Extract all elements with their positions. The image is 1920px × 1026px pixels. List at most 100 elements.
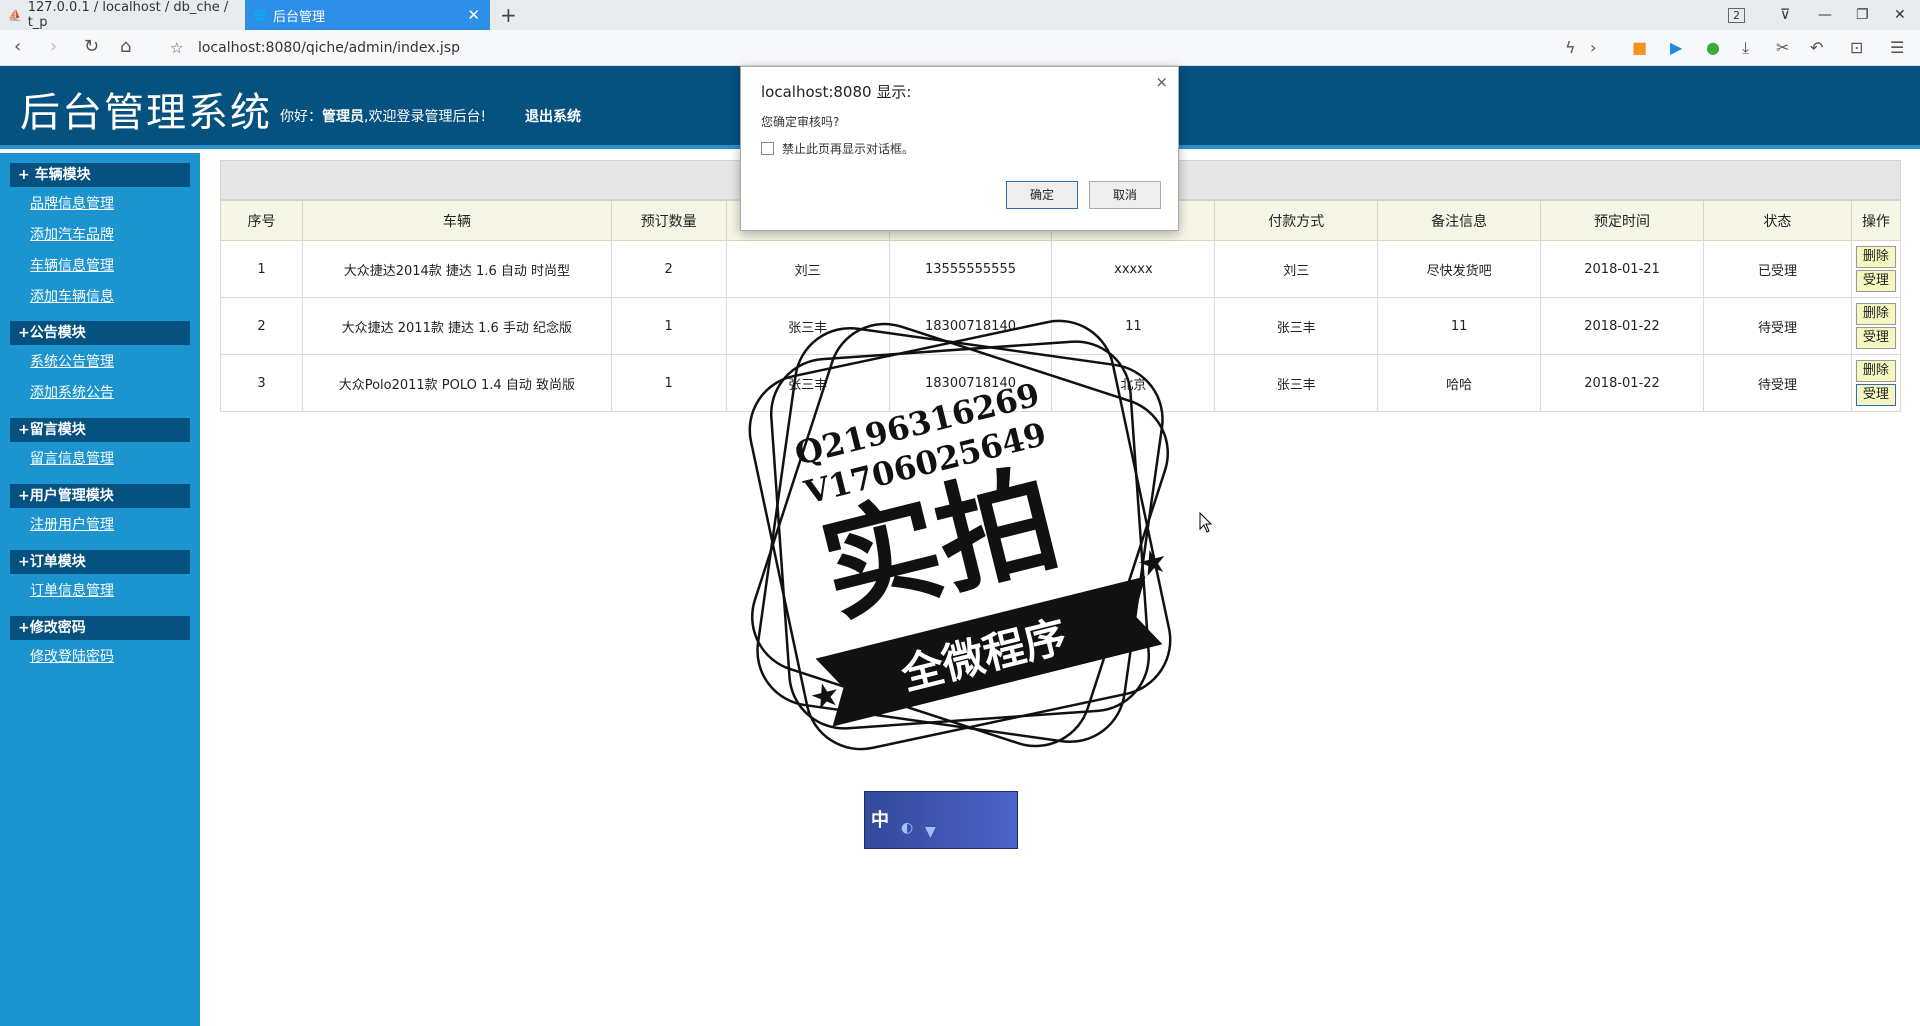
- col-header: 付款方式: [1214, 200, 1379, 241]
- browser-tab-phpmyadmin[interactable]: ⛵ 127.0.0.1 / localhost / db_che / t_p: [0, 0, 245, 30]
- cell: 1: [610, 354, 727, 412]
- cell: 待受理: [1703, 354, 1852, 412]
- sidebar-link-user-manage[interactable]: 注册用户管理: [30, 514, 114, 534]
- col-header: 状态: [1703, 200, 1852, 241]
- download-icon[interactable]: ⤓: [1742, 38, 1749, 58]
- mouse-cursor-icon: [1199, 512, 1213, 533]
- sidebar-link-add-notice[interactable]: 添加系统公告: [30, 382, 114, 402]
- module-title-notice[interactable]: +公告模块: [10, 321, 190, 345]
- module-title-users[interactable]: +用户管理模块: [10, 484, 190, 508]
- globe-icon: 🌐: [253, 8, 267, 22]
- cell: 3: [220, 354, 303, 412]
- actions-cell: 删除 受理: [1850, 240, 1902, 298]
- module-title-vehicle[interactable]: + 车辆模块: [10, 163, 190, 187]
- browser-tab-bar: ⛵ 127.0.0.1 / localhost / db_che / t_p 🌐…: [0, 0, 1920, 30]
- col-header: 预定时间: [1540, 200, 1704, 241]
- dialog-message: 您确定审核吗?: [761, 115, 840, 129]
- confirm-dialog: localhost:8080 显示: × 您确定审核吗? 禁止此页再显示对话框。…: [740, 66, 1179, 231]
- watermark-stamp: Q2196316269 V1706025649 实拍 全微程序 ★ ★: [748, 319, 1172, 751]
- sidebar-link-vehicle-manage[interactable]: 车辆信息管理: [30, 255, 114, 275]
- cell: 13555555555: [888, 240, 1053, 298]
- browser-tab-admin[interactable]: 🌐 后台管理 ✕: [245, 0, 490, 30]
- cell: 2018-01-21: [1540, 240, 1704, 298]
- maximize-icon[interactable]: ❐: [1856, 0, 1869, 30]
- close-tab-icon[interactable]: ✕: [467, 6, 480, 24]
- sidebar-link-brand-manage[interactable]: 品牌信息管理: [30, 193, 114, 213]
- accept-button[interactable]: 受理: [1855, 327, 1896, 349]
- play-icon[interactable]: ▶: [1670, 38, 1682, 57]
- star-icon[interactable]: ☆: [170, 39, 183, 57]
- cell: 11: [1377, 297, 1542, 355]
- col-header: 序号: [220, 200, 303, 241]
- pin-icon[interactable]: ⊽: [1780, 0, 1790, 30]
- undo-icon[interactable]: ↶: [1810, 38, 1823, 57]
- sidebar-link-add-brand[interactable]: 添加汽车品牌: [30, 224, 114, 244]
- delete-button[interactable]: 删除: [1855, 360, 1896, 382]
- phpmyadmin-favicon-icon: ⛵: [8, 8, 22, 22]
- floating-ime-badge[interactable]: 中 ◐ ▼: [864, 791, 1018, 849]
- cell: 尽快发货吧: [1377, 240, 1542, 298]
- wechat-icon[interactable]: ●: [1706, 38, 1720, 57]
- sidebar-link-add-vehicle[interactable]: 添加车辆信息: [30, 286, 114, 306]
- flash-icon[interactable]: ϟ: [1565, 38, 1576, 57]
- system-title: 后台管理系统: [20, 90, 272, 136]
- home-icon[interactable]: ⌂: [120, 36, 131, 57]
- checkbox-label: 禁止此页再显示对话框。: [782, 142, 915, 156]
- col-header: 备注信息: [1377, 200, 1542, 241]
- dialog-title: localhost:8080 显示:: [761, 83, 912, 101]
- cell: 2: [220, 297, 303, 355]
- sidebar-link-order-manage[interactable]: 订单信息管理: [30, 580, 114, 600]
- cell: 张三丰: [1214, 297, 1379, 355]
- chevron-right-icon[interactable]: ›: [1590, 38, 1596, 57]
- cell: 大众Polo2011款 POLO 1.4 自动 致尚版: [301, 354, 612, 412]
- close-window-icon[interactable]: ✕: [1894, 0, 1906, 30]
- badge-text: 中: [871, 810, 889, 831]
- cell: 已受理: [1703, 240, 1852, 298]
- module-title-password[interactable]: +修改密码: [10, 616, 190, 640]
- bag-icon[interactable]: ⊡: [1850, 38, 1863, 57]
- tab-count-badge[interactable]: 2: [1728, 0, 1745, 30]
- cell: 张三丰: [1214, 354, 1379, 412]
- delete-button[interactable]: 删除: [1855, 246, 1896, 268]
- cell: 2: [610, 240, 727, 298]
- tab-title: 127.0.0.1 / localhost / db_che / t_p: [27, 0, 229, 30]
- actions-cell: 删除 受理: [1850, 297, 1902, 355]
- cancel-button[interactable]: 取消: [1089, 181, 1161, 209]
- username: 管理员: [322, 109, 364, 125]
- back-icon[interactable]: ‹: [14, 36, 21, 57]
- minimize-icon[interactable]: —: [1818, 0, 1832, 30]
- accept-button[interactable]: 受理: [1855, 270, 1896, 292]
- moon-icon: ◐: [901, 820, 914, 836]
- col-header: 操作: [1850, 200, 1902, 241]
- menu-icon[interactable]: ☰: [1890, 38, 1904, 57]
- tab-title: 后台管理: [273, 9, 326, 25]
- module-title-orders[interactable]: +订单模块: [10, 550, 190, 574]
- reload-icon[interactable]: ↻: [84, 36, 99, 57]
- url-field[interactable]: localhost:8080/qiche/admin/index.jsp: [198, 30, 460, 66]
- sidebar-link-change-password[interactable]: 修改登陆密码: [30, 646, 114, 666]
- accept-button[interactable]: 受理: [1855, 384, 1896, 406]
- table-row: 1 大众捷达2014款 捷达 1.6 自动 时尚型 2 刘三 135555555…: [220, 240, 1902, 298]
- cell: 大众捷达2014款 捷达 1.6 自动 时尚型: [301, 240, 612, 298]
- suppress-dialogs-checkbox[interactable]: 禁止此页再显示对话框。: [761, 140, 914, 157]
- cell: 刘三: [725, 240, 890, 298]
- video-icon[interactable]: ■: [1632, 38, 1647, 57]
- ok-button[interactable]: 确定: [1006, 181, 1078, 209]
- checkbox[interactable]: [761, 142, 774, 155]
- forward-icon[interactable]: ›: [50, 36, 57, 57]
- new-tab-button[interactable]: +: [500, 3, 517, 27]
- scissors-icon[interactable]: ✂: [1776, 38, 1789, 57]
- sidebar-link-notice-manage[interactable]: 系统公告管理: [30, 351, 114, 371]
- logout-link[interactable]: 退出系统: [525, 106, 581, 126]
- module-title-message[interactable]: +留言模块: [10, 418, 190, 442]
- shirt-icon: ▼: [925, 824, 936, 840]
- close-icon[interactable]: ×: [1155, 73, 1168, 91]
- col-header: 预订数量: [610, 200, 727, 241]
- delete-button[interactable]: 删除: [1855, 303, 1896, 325]
- sidebar-link-message-manage[interactable]: 留言信息管理: [30, 448, 114, 468]
- actions-cell: 删除 受理: [1850, 354, 1902, 412]
- cell: 1: [220, 240, 303, 298]
- cell: 待受理: [1703, 297, 1852, 355]
- greeting: 你好：管理员,欢迎登录管理后台!: [280, 109, 487, 125]
- cell: 1: [610, 297, 727, 355]
